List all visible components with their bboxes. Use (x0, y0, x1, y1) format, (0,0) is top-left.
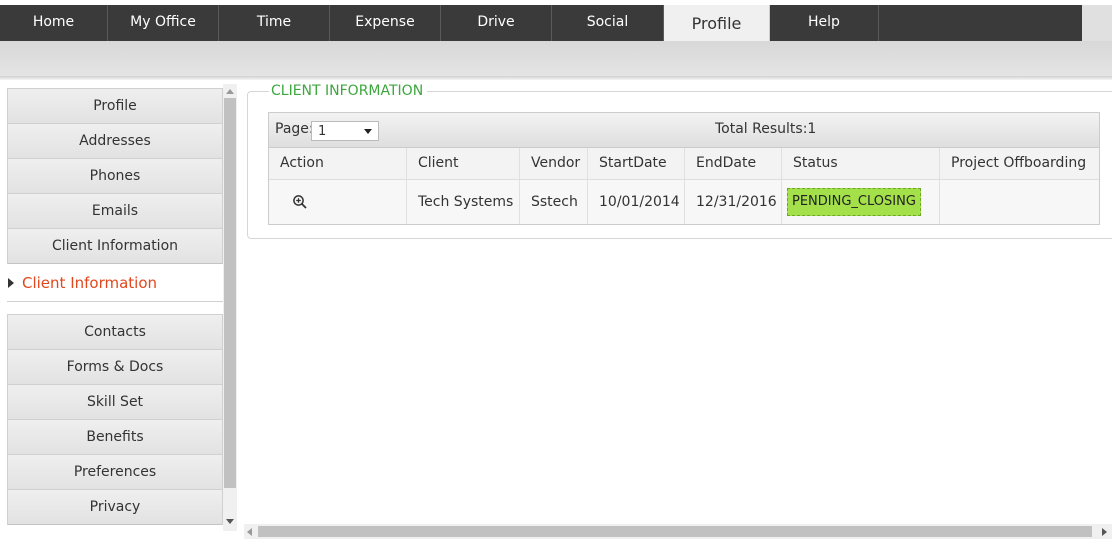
scroll-down-icon[interactable] (226, 519, 234, 524)
sidebar-menu: Profile Addresses Phones Emails Client I… (7, 88, 223, 525)
zoom-in-icon[interactable] (292, 194, 308, 210)
page-select[interactable]: 1 (311, 121, 379, 141)
total-results: Total Results:1 (715, 121, 817, 137)
section-title: CLIENT INFORMATION (269, 83, 428, 99)
sidebar-item-skill-set[interactable]: Skill Set (7, 384, 223, 420)
start-date-cell: 10/01/2014 (588, 180, 685, 224)
chevron-down-icon (364, 129, 372, 134)
sidebar-item-preferences[interactable]: Preferences (7, 454, 223, 490)
client-cell: Tech Systems (407, 180, 520, 224)
table-row: Tech Systems Sstech 10/01/2014 12/31/201… (269, 180, 1099, 224)
scroll-up-icon[interactable] (226, 89, 234, 94)
horizontal-scrollbar[interactable] (244, 524, 1112, 539)
tab-drive[interactable]: Drive (441, 5, 552, 41)
sidebar-item-client-information-active[interactable]: Client Information (7, 265, 223, 302)
sidebar-item-phones[interactable]: Phones (7, 158, 223, 194)
sidebar-item-addresses[interactable]: Addresses (7, 123, 223, 159)
table-header: Action Client Vendor StartDate EndDate S… (269, 148, 1099, 180)
sidebar-item-client-information[interactable]: Client Information (7, 228, 223, 264)
scroll-left-icon[interactable] (247, 528, 252, 536)
nav-tabs: Home My Office Time Expense Drive Social… (0, 5, 1082, 41)
project-offboarding-cell (940, 180, 1099, 224)
end-date-cell: 12/31/2016 (685, 180, 782, 224)
page-select-value: 1 (318, 124, 327, 139)
sidebar-scrollbar[interactable] (223, 84, 237, 531)
scroll-right-icon[interactable] (1102, 528, 1107, 536)
sidebar-item-label: Client Information (22, 274, 158, 292)
column-header-vendor[interactable]: Vendor (520, 148, 588, 179)
column-header-startdate[interactable]: StartDate (588, 148, 685, 179)
caret-right-icon (8, 278, 14, 288)
status-cell: PENDING_CLOSING (782, 180, 940, 224)
column-header-status[interactable]: Status (782, 148, 940, 179)
tab-profile[interactable]: Profile (664, 5, 770, 41)
column-header-client[interactable]: Client (407, 148, 520, 179)
page-label: Page: (275, 121, 314, 137)
pager-bar: Page: 1 Total Results:1 (269, 113, 1099, 148)
client-grid: Page: 1 Total Results:1 Action Client Ve… (268, 112, 1100, 225)
action-cell (269, 180, 407, 224)
vendor-cell: Sstech (520, 180, 588, 224)
status-badge: PENDING_CLOSING (787, 188, 921, 216)
column-header-project-offboarding[interactable]: Project Offboarding (940, 148, 1099, 179)
scrollbar-thumb[interactable] (224, 98, 236, 488)
tab-time[interactable]: Time (219, 5, 330, 41)
sidebar-item-profile[interactable]: Profile (7, 88, 223, 124)
tab-social[interactable]: Social (552, 5, 664, 41)
tab-expense[interactable]: Expense (330, 5, 441, 41)
sidebar-item-privacy[interactable]: Privacy (7, 489, 223, 525)
sidebar: Profile Addresses Phones Emails Client I… (0, 80, 240, 540)
tab-my-office[interactable]: My Office (108, 5, 219, 41)
column-header-action[interactable]: Action (269, 148, 407, 179)
sidebar-item-contacts[interactable]: Contacts (7, 314, 223, 350)
sidebar-item-emails[interactable]: Emails (7, 193, 223, 229)
top-navigation-bar: Home My Office Time Expense Drive Social… (0, 5, 1112, 41)
column-header-enddate[interactable]: EndDate (685, 148, 782, 179)
tab-help[interactable]: Help (770, 5, 879, 41)
sidebar-item-forms-docs[interactable]: Forms & Docs (7, 349, 223, 385)
scrollbar-thumb[interactable] (258, 526, 1092, 537)
tab-home[interactable]: Home (0, 5, 108, 41)
sub-toolbar (0, 41, 1112, 77)
sidebar-item-benefits[interactable]: Benefits (7, 419, 223, 455)
